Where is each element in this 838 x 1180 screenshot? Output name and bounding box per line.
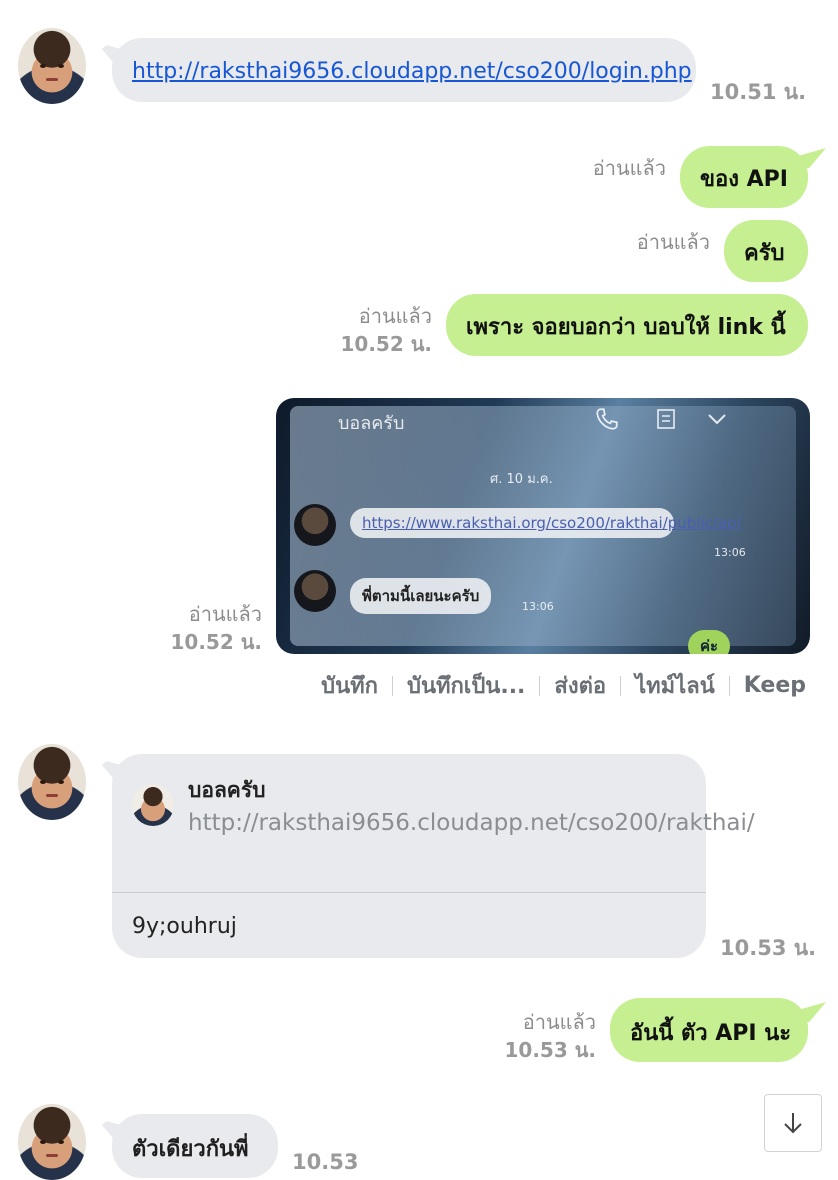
menu-icon bbox=[657, 409, 675, 429]
photo-msg-time: 13:06 bbox=[522, 600, 554, 613]
read-status: อ่านแล้ว 10.53 น. bbox=[504, 1010, 597, 1062]
message-text: เพราะ จอยบอกว่า บอบให้ link นี้ bbox=[466, 315, 786, 340]
message-time: 10.53 น. bbox=[720, 936, 817, 960]
quote-avatar bbox=[132, 784, 174, 826]
message-bubble[interactable]: ตัวเดียวกันพี่ bbox=[112, 1114, 278, 1178]
save-as-action[interactable]: บันทึกเป็น... bbox=[407, 668, 525, 703]
message-text: ตัวเดียวกันพี่ bbox=[132, 1137, 249, 1162]
message-bubble[interactable]: อันนี้ ตัว API นะ bbox=[610, 998, 808, 1062]
read-status: อ่านแล้ว bbox=[592, 156, 666, 180]
chevron-down-icon bbox=[708, 414, 726, 425]
message-bubble[interactable]: ครับ bbox=[724, 220, 808, 282]
message-text: ของ API bbox=[700, 167, 788, 192]
message-bubble-link[interactable]: http://raksthai9656.cloudapp.net/cso200/… bbox=[112, 38, 696, 102]
photo-header: บอลครับ bbox=[338, 413, 405, 434]
message-text: ครับ bbox=[744, 241, 785, 266]
message-time: 10.51 น. bbox=[710, 80, 807, 104]
phone-icon bbox=[596, 408, 618, 430]
quote-link[interactable]: http://raksthai9656.cloudapp.net/cso200/… bbox=[188, 806, 755, 840]
scroll-to-bottom-button[interactable] bbox=[764, 1094, 822, 1152]
arrow-down-icon bbox=[784, 1113, 802, 1134]
photo-link: https://www.raksthai.org/cso200/rakthai/… bbox=[350, 508, 741, 538]
reply-message-card[interactable]: บอลครับ http://raksthai9656.cloudapp.net… bbox=[112, 754, 755, 958]
avatar[interactable] bbox=[18, 1104, 86, 1180]
photo-time: 13:06 bbox=[714, 546, 746, 559]
reply-text: 9y;ouhruj bbox=[132, 914, 237, 939]
read-status: อ่านแล้ว 10.52 น. bbox=[170, 602, 263, 654]
divider bbox=[112, 892, 706, 893]
message-time: 10.53 bbox=[292, 1150, 359, 1174]
message-text: อันนี้ ตัว API นะ bbox=[630, 1021, 792, 1046]
quote-sender: บอลครับ bbox=[188, 778, 266, 802]
read-status: อ่านแล้ว 10.52 น. bbox=[340, 304, 433, 356]
message-link[interactable]: http://raksthai9656.cloudapp.net/cso200/… bbox=[132, 58, 692, 86]
photo-date: ศ. 10 ม.ค. bbox=[490, 472, 553, 487]
keep-action[interactable]: Keep bbox=[744, 673, 806, 698]
forward-action[interactable]: ส่งต่อ bbox=[554, 668, 606, 703]
photo-message[interactable]: บอลครับ ศ. 10 ม.ค. https://www.raksthai.… bbox=[276, 398, 810, 654]
timeline-action[interactable]: ไทม์ไลน์ bbox=[635, 668, 715, 703]
message-bubble[interactable]: ของ API bbox=[680, 146, 808, 208]
save-action[interactable]: บันทึก bbox=[321, 668, 378, 703]
image-actions: บันทึก บันทึกเป็น... ส่งต่อ ไทม์ไลน์ Kee… bbox=[321, 668, 806, 703]
avatar[interactable] bbox=[18, 744, 86, 820]
read-status: อ่านแล้ว bbox=[636, 230, 710, 254]
message-bubble[interactable]: เพราะ จอยบอกว่า บอบให้ link นี้ bbox=[446, 294, 808, 356]
avatar[interactable] bbox=[18, 28, 86, 104]
photo-msg: พี่ตามนี้เลยนะครับ bbox=[350, 578, 492, 614]
photo-reply: ค่ะ bbox=[688, 630, 731, 654]
